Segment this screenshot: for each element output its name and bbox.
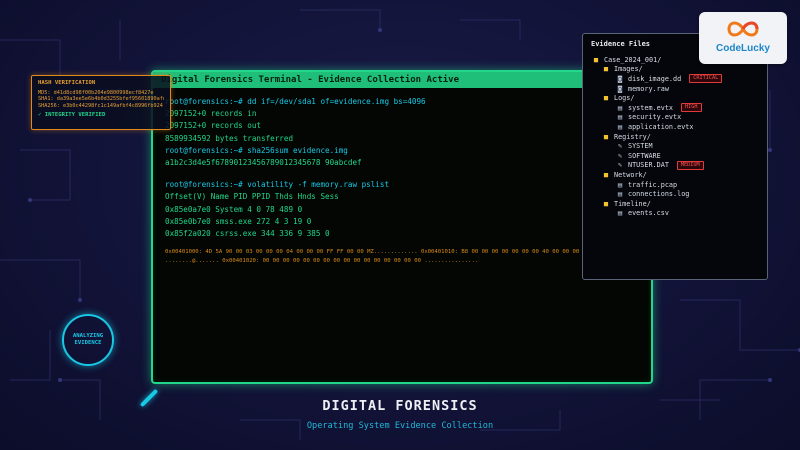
- tree-item-label: events.csv: [628, 209, 669, 218]
- tree-item-label: traffic.pcap: [628, 180, 678, 189]
- tree-item-label: memory.raw: [628, 84, 669, 93]
- tree-item-label: connections.log: [628, 190, 690, 199]
- file-icon: ▤: [617, 113, 623, 122]
- tree-file[interactable]: ◙ memory.raw: [591, 84, 759, 94]
- tree-file[interactable]: ▤ system.evtx HIGH: [591, 103, 759, 113]
- sha1-hash: SHA1: da39a3ee5e6b4b0d3255bfef95601890af…: [38, 96, 164, 103]
- integrity-status: ✓ INTEGRITY VERIFIED: [38, 112, 106, 119]
- terminal-output-line: Offset(V) Name PID PPID Thds Hnds Sess: [165, 192, 339, 202]
- severity-badge: MEDIUM: [676, 160, 704, 170]
- infinity-logo-icon: [727, 21, 759, 37]
- terminal-command: root@forensics:~# volatility -f memory.r…: [165, 180, 390, 190]
- analyzing-line2: EVIDENCE: [74, 340, 102, 346]
- tree-item-label: Registry/: [614, 132, 651, 141]
- tree-file[interactable]: ▤ application.evtx: [591, 122, 759, 132]
- terminal-title: Digital Forensics Terminal - Evidence Co…: [153, 72, 651, 88]
- tree-item-label: NTUSER.DAT: [628, 161, 669, 170]
- terminal-output-line: 0x85e0b7e0 smss.exe 272 4 3 19 0: [165, 216, 312, 226]
- tree-item-label: security.evtx: [628, 113, 682, 122]
- terminal-output-line: 0x85f2a020 csrss.exe 344 336 9 385 0: [165, 229, 330, 239]
- tree-file[interactable]: ▤ events.csv: [591, 209, 759, 219]
- terminal-command: root@forensics:~# sha256sum evidence.img: [165, 145, 348, 155]
- tree-item-label: SOFTWARE: [628, 151, 661, 160]
- terminal-command: root@forensics:~# dd if=/dev/sda1 of=evi…: [165, 97, 426, 106]
- file-icon: ▤: [617, 190, 623, 199]
- file-icon: ▤: [617, 122, 623, 131]
- tree-file[interactable]: ▤ connections.log: [591, 189, 759, 199]
- codelucky-logo: CodeLucky: [699, 12, 787, 64]
- tree-item-label: disk_image.dd: [628, 74, 682, 83]
- folder-icon: ■: [603, 199, 609, 208]
- tree-item-label: SYSTEM: [628, 142, 653, 151]
- page-title: DIGITAL FORENSICS: [322, 398, 478, 414]
- image-file-icon: ▤: [617, 180, 623, 189]
- folder-icon: ■: [603, 170, 609, 179]
- hex-dump: 0x00401000: 4D 5A 90 00 03 00 00 00 04 0…: [165, 249, 620, 264]
- tree-file[interactable]: ✎ SOFTWARE: [591, 151, 759, 161]
- hash-panel-title: HASH VERIFICATION: [38, 80, 96, 86]
- tree-file[interactable]: ✎ NTUSER.DAT MEDIUM: [591, 160, 759, 171]
- tree-folder[interactable]: ■ Network/: [591, 170, 759, 180]
- disk-icon: ◙: [617, 74, 623, 83]
- wrench-icon: ✎: [617, 142, 623, 151]
- terminal-output-line: 0x85e0a7e0 System 4 0 78 489 0: [165, 204, 303, 214]
- tree-file[interactable]: ▤ traffic.pcap: [591, 180, 759, 190]
- tree-folder[interactable]: ■ Registry/: [591, 132, 759, 142]
- folder-icon: ■: [603, 132, 609, 141]
- tree-folder[interactable]: ■ Logs/: [591, 93, 759, 103]
- tree-file[interactable]: ▤ security.evtx: [591, 113, 759, 123]
- file-icon: ▤: [617, 103, 623, 112]
- tree-item-label: Network/: [614, 170, 647, 179]
- analyzing-evidence-badge: ANALYZING EVIDENCE: [62, 314, 114, 366]
- terminal-output-line: 8589934592 bytes transferred: [165, 133, 294, 143]
- tree-item-label: system.evtx: [628, 103, 674, 112]
- terminal-output[interactable]: root@forensics:~# dd if=/dev/sda1 of=evi…: [153, 88, 651, 273]
- tree-item-label: Timeline/: [614, 199, 651, 208]
- file-icon: ▤: [617, 209, 623, 218]
- logo-text: CodeLucky: [716, 43, 770, 54]
- analyzing-line1: ANALYZING: [72, 333, 104, 339]
- folder-icon: ■: [603, 65, 609, 74]
- tree-item-label: application.evtx: [628, 122, 694, 131]
- tree-folder[interactable]: ■ Timeline/: [591, 199, 759, 209]
- severity-badge: HIGH: [681, 103, 702, 113]
- sha256-hash: SHA256: e3b0c44298fc1c149afbf4c8996fb924…: [38, 102, 164, 109]
- terminal-output-line: a1b2c3d4e5f67890123456789012345678 90abc…: [165, 158, 362, 168]
- terminal-spacer: [165, 169, 639, 179]
- disk-icon: ◙: [617, 84, 623, 93]
- folder-icon: ■: [593, 55, 599, 64]
- evidence-file-tree: ■ Case_2024_001/■ Images/◙ disk_image.dd CRI…: [591, 55, 759, 218]
- folder-icon: ■: [603, 94, 609, 103]
- forensics-terminal[interactable]: Digital Forensics Terminal - Evidence Co…: [151, 70, 653, 384]
- page-subtitle: Operating System Evidence Collection: [306, 421, 494, 431]
- terminal-output-line: 2097152+0 records out: [165, 121, 262, 131]
- tree-item-label: Logs/: [614, 94, 635, 103]
- severity-badge: CRITICAL: [689, 74, 723, 84]
- evidence-files-panel: Evidence Files ■ Case_2024_001/■ Images/◙ d…: [582, 33, 768, 280]
- tree-file[interactable]: ✎ SYSTEM: [591, 141, 759, 151]
- wrench-icon: ✎: [617, 161, 623, 170]
- hash-verification-panel: HASH VERIFICATION MD5: d41d8cd98f00b204e…: [31, 75, 171, 130]
- tree-folder[interactable]: ■ Images/: [591, 65, 759, 75]
- md5-hash: MD5: d41d8cd98f00b204e9800998ecf8427e: [38, 89, 154, 96]
- tree-item-label: Images/: [614, 65, 643, 74]
- terminal-output-line: 2097152+0 records in: [165, 109, 257, 119]
- tree-item-label: Case_2024_001/: [604, 55, 662, 64]
- wrench-icon: ✎: [617, 151, 623, 160]
- tree-file[interactable]: ◙ disk_image.dd CRITICAL: [591, 74, 759, 84]
